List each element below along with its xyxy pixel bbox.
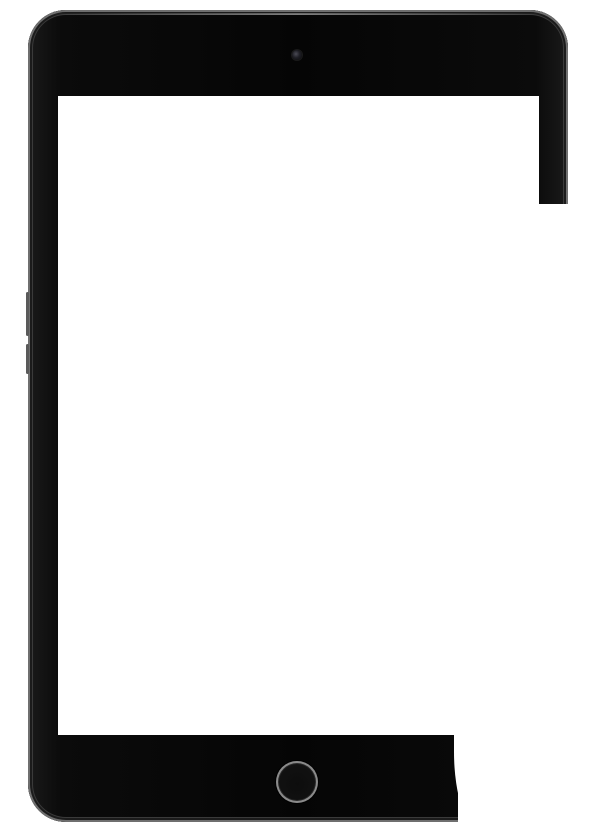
side-button-upper [26,292,29,336]
home-button-icon[interactable] [276,761,318,803]
bottom-cutout [458,735,593,832]
stage [0,0,593,832]
bezel-sheen [46,13,550,15]
front-camera-icon [292,50,302,60]
side-button-lower [26,344,29,374]
tablet-screen [58,96,539,735]
